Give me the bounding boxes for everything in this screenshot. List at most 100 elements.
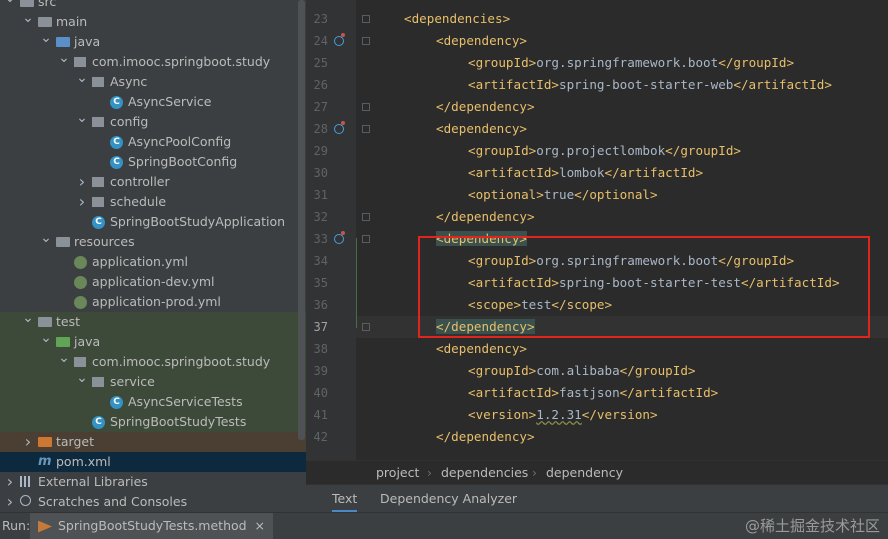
tree-item[interactable]: ⌄ config	[0, 111, 306, 132]
tree-scrollbar[interactable]	[298, 0, 305, 440]
breadcrumb: project › dependencies › dependency	[306, 460, 888, 485]
code-editor[interactable]: 23 24 25 26 27 28 29 30 31 32 33 34 35 36 37 38 39 40 41 42…	[306, 0, 888, 460]
dependency-gutter-icon[interactable]	[334, 33, 345, 46]
tree-item[interactable]: C SpringBootConfig	[0, 152, 306, 172]
line-number: 30	[313, 166, 328, 180]
tree-item-label: service	[110, 374, 155, 389]
chevron-down-icon[interactable]: ⌄	[22, 311, 34, 332]
code-line[interactable]: </dependency>	[356, 206, 888, 228]
close-icon[interactable]: ×	[255, 518, 265, 533]
tree-item[interactable]: ⌄ Async	[0, 71, 306, 92]
chevron-down-icon[interactable]: ⌄	[40, 31, 52, 52]
tree-item[interactable]: ⌄ test	[0, 311, 306, 332]
fold-marker[interactable]	[362, 125, 370, 133]
tree-item[interactable]: ⌄ com.imooc.springboot.study	[0, 351, 306, 372]
chevron-down-icon[interactable]: ⌄	[58, 51, 70, 72]
run-tab[interactable]: SpringBootStudyTests.method ×	[30, 513, 274, 539]
class-icon: C	[110, 96, 123, 109]
code-line[interactable]: <groupId>org.projectlombok</groupId>	[356, 140, 888, 162]
tree-item[interactable]: C AsyncService	[0, 92, 306, 112]
code-line[interactable]: <artifactId>lombok</artifactId>	[356, 162, 888, 184]
tree-item[interactable]: ⌄ src	[0, 0, 306, 12]
source-folder-icon	[56, 37, 70, 47]
tree-item[interactable]: m pom.xml	[0, 452, 306, 472]
tree-item[interactable]: › controller	[0, 172, 306, 192]
tree-item[interactable]: › schedule	[0, 192, 306, 212]
tree-item[interactable]: application.yml	[0, 252, 306, 272]
project-tree: ⌄ src ⌄ main ⌄ java ⌄ com.imooc.springboot.stud…	[0, 0, 306, 512]
tree-item[interactable]: C SpringBootStudyTests	[0, 412, 306, 432]
tree-item[interactable]: C AsyncServiceTests	[0, 392, 306, 412]
dependency-gutter-icon[interactable]	[334, 231, 345, 244]
tree-item[interactable]: ⌄ com.imooc.springboot.study	[0, 51, 306, 72]
code-line[interactable]: <dependencies>	[356, 8, 888, 30]
chevron-right-icon[interactable]: ›	[76, 192, 88, 212]
tree-item[interactable]: application-dev.yml	[0, 272, 306, 292]
xml-tag: <groupId>	[468, 143, 537, 158]
code-line[interactable]: <dependency>	[356, 338, 888, 360]
fold-marker[interactable]	[362, 103, 370, 111]
run-tab-label: SpringBootStudyTests.method	[58, 518, 247, 533]
tab-text[interactable]: Text	[332, 485, 358, 513]
fold-marker[interactable]	[362, 37, 370, 45]
line-number: 27	[313, 100, 328, 114]
tree-item[interactable]: ⌄ java	[0, 31, 306, 52]
chevron-down-icon[interactable]: ⌄	[4, 0, 16, 12]
chevron-down-icon[interactable]: ⌄	[40, 231, 52, 252]
chevron-down-icon[interactable]: ⌄	[76, 371, 88, 392]
code-line[interactable]: <optional>true</optional>	[356, 184, 888, 206]
tree-item[interactable]: › target	[0, 432, 306, 452]
dependency-gutter-icon[interactable]	[334, 121, 345, 134]
code-line[interactable]: <groupId>org.springframework.boot</group…	[356, 52, 888, 74]
xml-tag: <groupId>	[468, 363, 537, 378]
code-line[interactable]: <groupId>com.alibaba</groupId>	[356, 360, 888, 382]
scratches-icon	[20, 495, 31, 506]
fold-marker[interactable]	[362, 213, 370, 221]
xml-tag: </dependency>	[436, 209, 535, 224]
tab-dependency-analyzer[interactable]: Dependency Analyzer	[380, 485, 517, 513]
chevron-down-icon[interactable]: ⌄	[22, 11, 34, 32]
tree-item[interactable]: C SpringBootStudyApplication	[0, 212, 306, 232]
line-number: 25	[313, 56, 328, 70]
chevron-down-icon[interactable]: ⌄	[58, 351, 70, 372]
code-line[interactable]: </dependency>	[356, 96, 888, 118]
code-line[interactable]: <artifactId>spring-boot-starter-web</art…	[356, 74, 888, 96]
line-number: 41	[313, 408, 328, 422]
chevron-right-icon[interactable]: ›	[76, 172, 88, 192]
xml-text: fastjson	[559, 385, 620, 400]
breadcrumb-item[interactable]: dependency	[546, 461, 623, 485]
tree-item-label: Scratches and Consoles	[38, 494, 188, 509]
chevron-right-icon[interactable]: ›	[4, 492, 16, 512]
chevron-down-icon[interactable]: ⌄	[76, 111, 88, 132]
xml-tag: <artifactId>	[468, 165, 559, 180]
tree-item-label: resources	[74, 234, 135, 249]
tree-item[interactable]: ⌄ java	[0, 331, 306, 352]
fold-marker[interactable]	[362, 323, 370, 331]
chevron-right-icon[interactable]: ›	[4, 472, 16, 492]
breadcrumb-item[interactable]: project	[376, 461, 419, 485]
xml-text: 1.2.31	[536, 407, 582, 422]
tree-item[interactable]: ⌄ service	[0, 371, 306, 392]
line-number: 40	[313, 386, 328, 400]
line-number: 26	[313, 78, 328, 92]
tree-item[interactable]: › External Libraries	[0, 472, 306, 492]
tree-item[interactable]: › Scratches and Consoles	[0, 492, 306, 512]
fold-marker[interactable]	[362, 235, 370, 243]
tree-item-label: schedule	[110, 194, 167, 209]
code-line[interactable]: <version>1.2.31</version>	[356, 404, 888, 426]
chevron-down-icon[interactable]: ⌄	[76, 71, 88, 92]
tree-item[interactable]: C AsyncPoolConfig	[0, 132, 306, 152]
breadcrumb-item[interactable]: dependencies	[441, 461, 528, 485]
fold-marker[interactable]	[362, 15, 370, 23]
chevron-right-icon[interactable]: ›	[22, 432, 34, 452]
tree-item[interactable]: ⌄ main	[0, 11, 306, 32]
tree-item[interactable]: ⌄ resources	[0, 231, 306, 252]
chevron-down-icon[interactable]: ⌄	[40, 331, 52, 352]
code-line[interactable]: <artifactId>fastjson</artifactId>	[356, 382, 888, 404]
code-line[interactable]: <dependency>	[356, 118, 888, 140]
package-icon	[74, 357, 86, 367]
breadcrumb-separator-icon: ›	[427, 465, 432, 480]
code-line[interactable]: </dependency>	[356, 426, 888, 448]
code-line[interactable]: <dependency>	[356, 30, 888, 52]
tree-item[interactable]: application-prod.yml	[0, 292, 306, 312]
